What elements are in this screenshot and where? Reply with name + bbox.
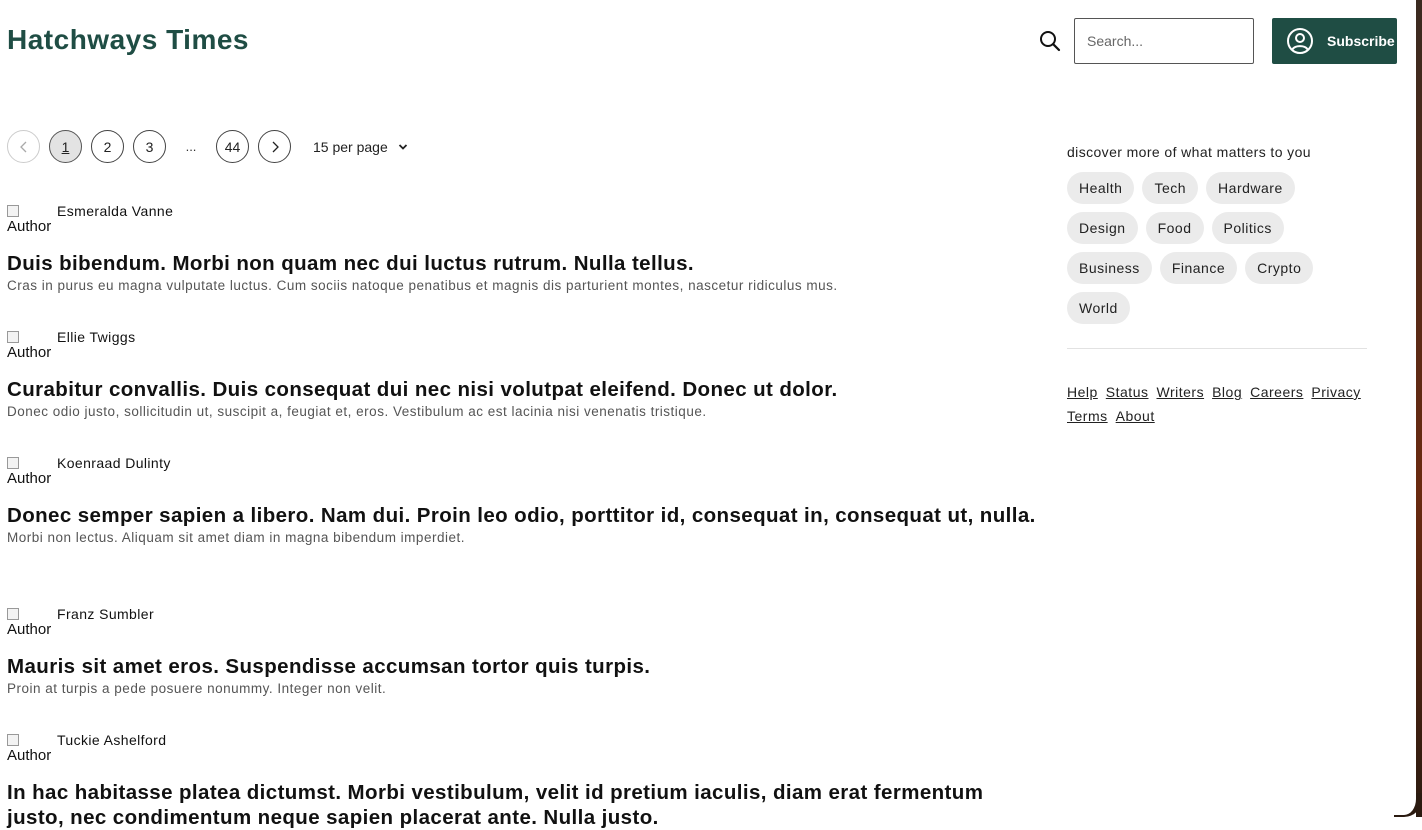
footer-link-writers[interactable]: Writers bbox=[1157, 383, 1205, 401]
post-item: Author Tuckie Ashelford In hac habitasse… bbox=[7, 732, 987, 830]
per-page-select[interactable]: 15 per page bbox=[313, 139, 408, 155]
post-summary: Donec odio justo, sollicitudin ut, susci… bbox=[7, 404, 707, 419]
post-title[interactable]: Curabitur convallis. Duis consequat dui … bbox=[7, 377, 1042, 402]
window-edge bbox=[1416, 0, 1422, 817]
pagination: 1 2 3 ... 44 15 per page bbox=[7, 130, 408, 163]
footer-link-terms[interactable]: Terms bbox=[1067, 407, 1108, 425]
author-avatar: Author bbox=[7, 732, 55, 764]
post-title[interactable]: Donec semper sapien a libero. Nam dui. P… bbox=[7, 503, 1042, 528]
post-summary: Morbi non lectus. Aliquam sit amet diam … bbox=[7, 530, 465, 545]
subscribe-button[interactable]: Subscribe bbox=[1272, 18, 1397, 64]
footer-link-help[interactable]: Help bbox=[1067, 383, 1098, 401]
search-icon[interactable] bbox=[1038, 29, 1062, 53]
user-circle-icon bbox=[1287, 28, 1313, 54]
footer-link-careers[interactable]: Careers bbox=[1250, 383, 1303, 401]
search-input[interactable] bbox=[1074, 18, 1254, 64]
chevron-left-icon bbox=[19, 141, 26, 152]
author-avatar: Author bbox=[7, 203, 55, 235]
site-logo[interactable]: Hatchways Times bbox=[7, 24, 249, 56]
author-name: Franz Sumbler bbox=[57, 606, 155, 622]
post-summary: Cras in purus eu magna vulputate luctus.… bbox=[7, 278, 838, 293]
sidebar-divider bbox=[1067, 348, 1367, 349]
prev-page-button[interactable] bbox=[7, 130, 40, 163]
tag-politics[interactable]: Politics bbox=[1211, 212, 1284, 244]
tag-world[interactable]: World bbox=[1067, 292, 1130, 324]
page-button-last[interactable]: 44 bbox=[216, 130, 249, 163]
author-name: Tuckie Ashelford bbox=[57, 732, 167, 748]
tag-design[interactable]: Design bbox=[1067, 212, 1138, 244]
next-page-button[interactable] bbox=[258, 130, 291, 163]
tag-hardware[interactable]: Hardware bbox=[1206, 172, 1295, 204]
author-name: Ellie Twiggs bbox=[57, 329, 136, 345]
footer-link-privacy[interactable]: Privacy bbox=[1311, 383, 1360, 401]
page-button-3[interactable]: 3 bbox=[133, 130, 166, 163]
per-page-label: 15 per page bbox=[313, 138, 388, 155]
chevron-down-icon bbox=[398, 143, 407, 150]
topic-tags: Health Tech Hardware Design Food Politic… bbox=[1067, 172, 1367, 324]
post-item: Author Esmeralda Vanne Duis bibendum. Mo… bbox=[7, 203, 1042, 294]
tag-health[interactable]: Health bbox=[1067, 172, 1135, 204]
tag-crypto[interactable]: Crypto bbox=[1245, 252, 1314, 284]
footer-link-blog[interactable]: Blog bbox=[1212, 383, 1242, 401]
post-summary: Proin at turpis a pede posuere nonummy. … bbox=[7, 681, 387, 696]
post-item: Author Ellie Twiggs Curabitur convallis.… bbox=[7, 329, 1042, 420]
author-avatar: Author bbox=[7, 455, 55, 487]
tag-tech[interactable]: Tech bbox=[1142, 172, 1199, 204]
pagination-ellipsis: ... bbox=[185, 139, 197, 154]
page-button-1[interactable]: 1 bbox=[49, 130, 82, 163]
post-title[interactable]: Duis bibendum. Morbi non quam nec dui lu… bbox=[7, 251, 1042, 276]
author-avatar: Author bbox=[7, 606, 55, 638]
author-name: Koenraad Dulinty bbox=[57, 455, 171, 471]
post-title[interactable]: Mauris sit amet eros. Suspendisse accums… bbox=[7, 654, 1042, 679]
tag-food[interactable]: Food bbox=[1145, 212, 1204, 244]
tag-finance[interactable]: Finance bbox=[1159, 252, 1238, 284]
footer-link-about[interactable]: About bbox=[1116, 407, 1155, 425]
post-item: Author Koenraad Dulinty Donec semper sap… bbox=[7, 455, 1042, 546]
footer-link-status[interactable]: Status bbox=[1106, 383, 1149, 401]
author-avatar: Author bbox=[7, 329, 55, 361]
post-item: Author Franz Sumbler Mauris sit amet ero… bbox=[7, 606, 1042, 697]
subscribe-label: Subscribe bbox=[1327, 33, 1395, 49]
footer-links: Help Status Writers Blog Careers Privacy… bbox=[1067, 383, 1367, 425]
tag-business[interactable]: Business bbox=[1067, 252, 1152, 284]
author-name: Esmeralda Vanne bbox=[57, 203, 174, 219]
post-title[interactable]: In hac habitasse platea dictumst. Morbi … bbox=[7, 780, 987, 830]
chevron-right-icon bbox=[272, 141, 279, 152]
page-button-2[interactable]: 2 bbox=[91, 130, 124, 163]
discover-label: discover more of what matters to you bbox=[1067, 144, 1311, 160]
